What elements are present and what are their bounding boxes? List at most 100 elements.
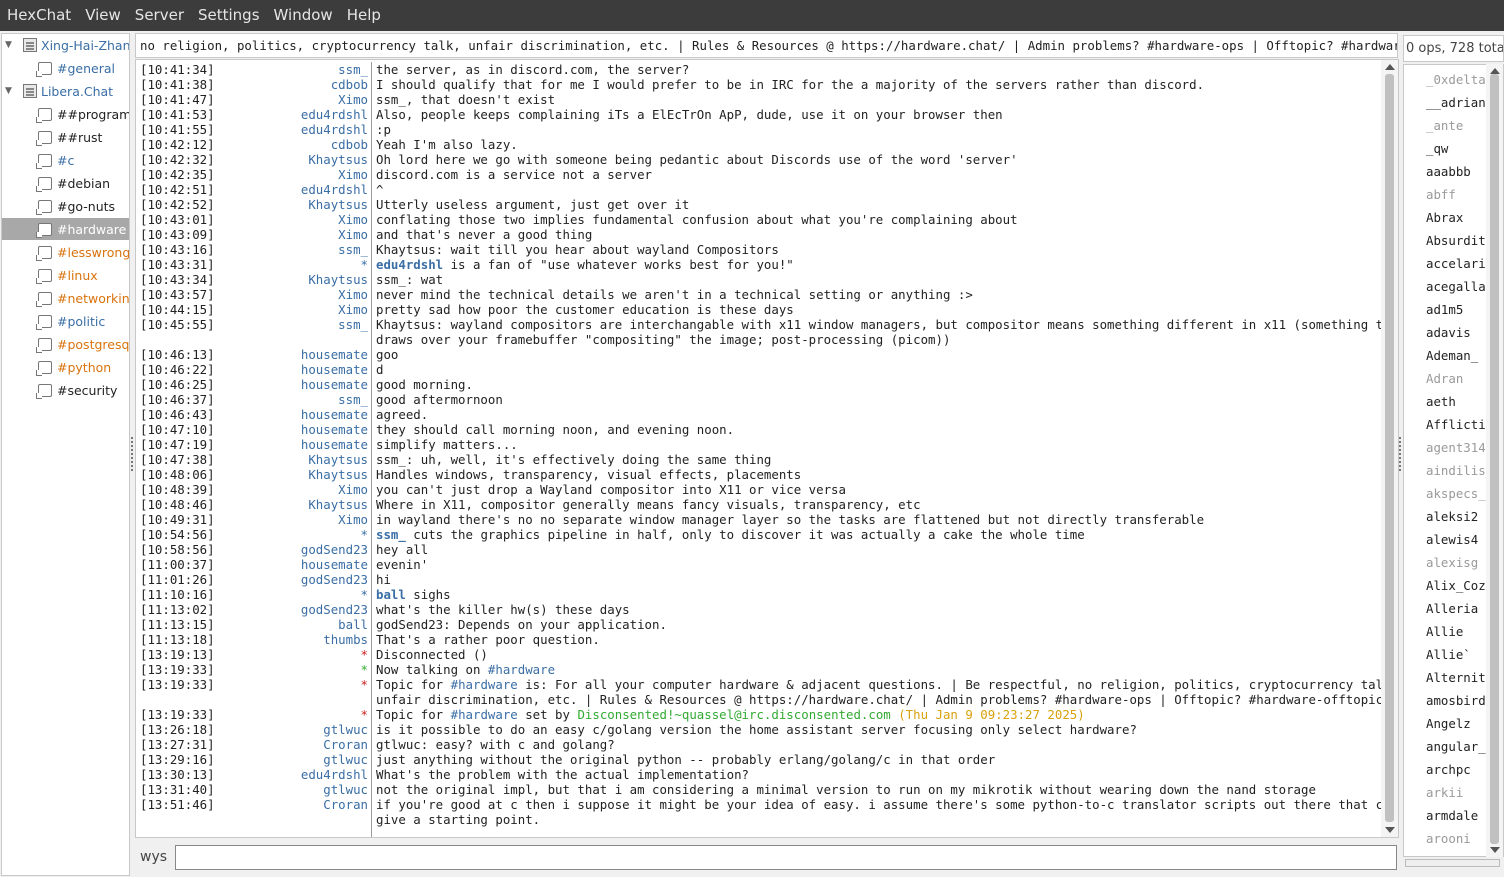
channel-item[interactable]: #debian — [2, 172, 129, 194]
message-nick[interactable]: Khaytsus — [308, 152, 368, 167]
message-nick[interactable]: housemate — [301, 362, 368, 377]
message-nick[interactable]: housemate — [301, 437, 368, 452]
nick-separator[interactable] — [371, 62, 372, 837]
message-nick[interactable]: ball — [338, 617, 368, 632]
message-nick[interactable]: gtlwuc — [323, 782, 368, 797]
message-nick[interactable]: edu4rdshl — [301, 767, 368, 782]
user-item[interactable]: aaabbb — [1426, 160, 1471, 183]
menu-view[interactable]: View — [78, 0, 128, 31]
message-nick[interactable]: Khaytsus — [308, 497, 368, 512]
user-item[interactable]: Allie` — [1426, 643, 1471, 666]
message-nick[interactable]: Khaytsus — [308, 272, 368, 287]
message-nick[interactable]: Croran — [323, 737, 368, 752]
user-item[interactable]: Angelz — [1426, 712, 1471, 735]
message-input[interactable] — [175, 845, 1397, 870]
message-nick[interactable]: Ximo — [338, 512, 368, 527]
nick-button[interactable]: wys — [140, 849, 167, 865]
message-nick[interactable]: * — [361, 587, 368, 602]
channel-item[interactable]: #networking — [2, 287, 129, 309]
message-nick[interactable]: cdbob — [331, 77, 368, 92]
message-nick[interactable]: edu4rdshl — [301, 182, 368, 197]
message-nick[interactable]: housemate — [301, 407, 368, 422]
user-item[interactable]: Allie — [1426, 620, 1463, 643]
user-item[interactable]: acegallag — [1426, 275, 1493, 298]
user-item[interactable]: angular_m — [1426, 735, 1493, 758]
message-nick[interactable]: edu4rdshl — [301, 107, 368, 122]
user-item[interactable]: abff — [1426, 183, 1456, 206]
channel-item[interactable]: ##rust — [2, 126, 129, 148]
message-nick[interactable]: Ximo — [338, 167, 368, 182]
menu-settings[interactable]: Settings — [191, 0, 267, 31]
expander-arrow-icon[interactable]: ▼ — [5, 86, 15, 96]
message-nick[interactable]: * — [361, 257, 368, 272]
user-item[interactable]: aleksi2 — [1426, 505, 1478, 528]
user-item[interactable]: Alternity — [1426, 666, 1493, 689]
user-item[interactable]: alexisg — [1426, 551, 1478, 574]
user-item[interactable]: arooni — [1426, 827, 1471, 850]
message-nick[interactable]: housemate — [301, 347, 368, 362]
action-nick[interactable]: ssm_ — [376, 527, 406, 542]
userlist-scrollbar[interactable] — [1486, 64, 1503, 857]
message-nick[interactable]: Croran — [323, 797, 368, 812]
message-nick[interactable]: Ximo — [338, 482, 368, 497]
scroll-down-arrow-icon[interactable] — [1490, 847, 1500, 853]
user-item[interactable]: Ademan_ — [1426, 344, 1478, 367]
userlist-hscrollbar[interactable] — [1405, 859, 1500, 867]
user-item[interactable]: archpc — [1426, 758, 1471, 781]
channel-item[interactable]: #hardware — [2, 218, 129, 240]
channel-item[interactable]: #c — [2, 149, 129, 171]
message-nick[interactable]: ssm_ — [338, 62, 368, 77]
channel-item[interactable]: #politic — [2, 310, 129, 332]
menu-window[interactable]: Window — [267, 0, 340, 31]
message-nick[interactable]: Ximo — [338, 302, 368, 317]
userlist-scroll-thumb[interactable] — [1490, 74, 1499, 844]
message-nick[interactable]: godSend23 — [301, 542, 368, 557]
message-nick[interactable]: Ximo — [338, 227, 368, 242]
channel-item[interactable]: #python — [2, 356, 129, 378]
message-nick[interactable]: gtlwuc — [323, 752, 368, 767]
user-item[interactable]: aeth — [1426, 390, 1456, 413]
channel-item[interactable]: #postgresql — [2, 333, 129, 355]
message-nick[interactable]: Ximo — [338, 287, 368, 302]
expander-arrow-icon[interactable]: ▼ — [5, 40, 15, 50]
user-item[interactable]: _ante — [1426, 114, 1463, 137]
message-nick[interactable]: ssm_ — [338, 242, 368, 257]
user-item[interactable]: armdale — [1426, 804, 1478, 827]
user-item[interactable]: adavis — [1426, 321, 1471, 344]
message-nick[interactable]: housemate — [301, 377, 368, 392]
message-nick[interactable]: Ximo — [338, 212, 368, 227]
action-nick[interactable]: edu4rdshl — [376, 257, 443, 272]
channel-link[interactable]: #hardware — [451, 707, 518, 722]
menu-hexchat[interactable]: HexChat — [0, 0, 78, 31]
user-item[interactable]: _0xdelta — [1426, 68, 1486, 91]
message-nick[interactable]: * — [361, 677, 368, 692]
user-item[interactable]: __adrian — [1426, 91, 1486, 114]
left-pane-grip[interactable] — [131, 437, 133, 471]
message-nick[interactable]: godSend23 — [301, 572, 368, 587]
channel-link[interactable]: #hardware — [451, 677, 518, 692]
user-item[interactable]: Alleria — [1426, 597, 1478, 620]
user-item[interactable]: Abrax — [1426, 206, 1463, 229]
chat-scrollbar[interactable] — [1381, 60, 1398, 837]
user-item[interactable]: Afflictio — [1426, 413, 1493, 436]
channel-item[interactable]: #lesswrong — [2, 241, 129, 263]
right-pane-grip[interactable] — [1399, 437, 1401, 471]
message-nick[interactable]: housemate — [301, 422, 368, 437]
message-nick[interactable]: * — [361, 647, 368, 662]
message-nick[interactable]: thumbs — [323, 632, 368, 647]
message-nick[interactable]: edu4rdshl — [301, 122, 368, 137]
network-item[interactable]: ▼ Xing-Hai-Zhan — [2, 34, 129, 56]
message-nick[interactable]: * — [361, 707, 368, 722]
user-item[interactable]: Adran — [1426, 367, 1463, 390]
channel-item[interactable]: #general — [2, 57, 129, 79]
message-nick[interactable]: * — [361, 662, 368, 677]
scroll-up-arrow-icon[interactable] — [1385, 64, 1395, 70]
message-nick[interactable]: Ximo — [338, 92, 368, 107]
message-nick[interactable]: Khaytsus — [308, 197, 368, 212]
channel-link[interactable]: #hardware — [488, 662, 555, 677]
channel-item[interactable]: #go-nuts — [2, 195, 129, 217]
scroll-down-arrow-icon[interactable] — [1385, 827, 1395, 833]
message-nick[interactable]: gtlwuc — [323, 722, 368, 737]
message-nick[interactable]: housemate — [301, 557, 368, 572]
channel-item[interactable]: ##programming — [2, 103, 129, 125]
